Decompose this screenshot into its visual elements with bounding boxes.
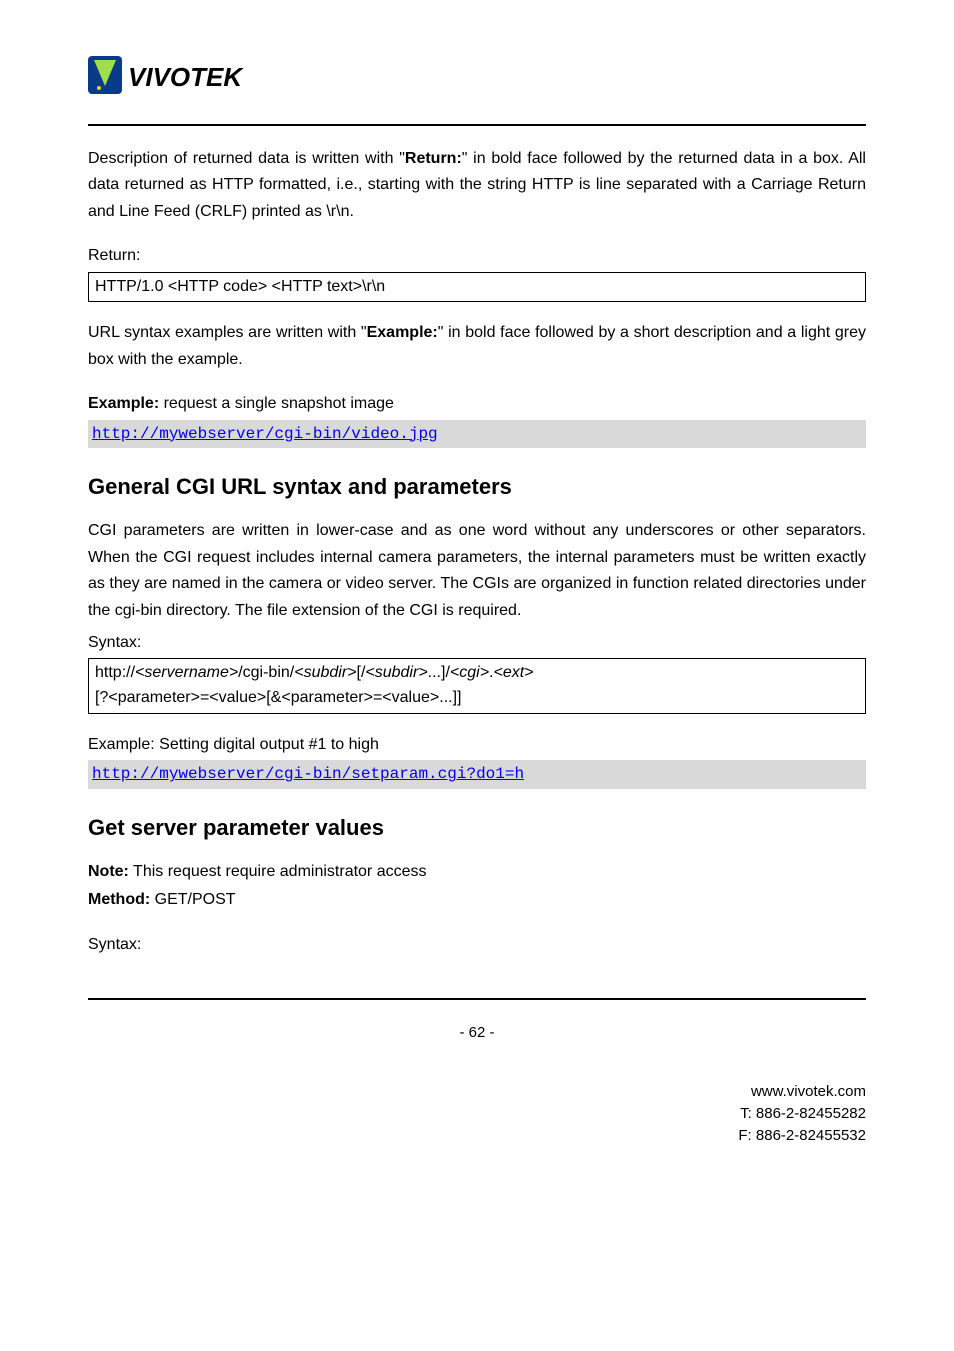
example2-url-box: http://mywebserver/cgi-bin/setparam.cgi?… [88,760,866,789]
example-label-line: Example: request a single snapshot image [88,391,866,417]
bottom-horizontal-rule [88,998,866,1000]
example-url-box: http://mywebserver/cgi-bin/video.jpg [88,420,866,449]
top-horizontal-rule [88,124,866,126]
logo: VIVOTEK [88,56,866,104]
example2-url-link[interactable]: http://mywebserver/cgi-bin/setparam.cgi?… [92,765,524,783]
method-line: Method: GET/POST [88,887,866,913]
example-url-link[interactable]: http://mywebserver/cgi-bin/video.jpg [92,425,438,443]
url-syntax-paragraph: URL syntax examples are written with "Ex… [88,320,866,373]
footer-fax: F: 886-2-82455532 [88,1125,866,1147]
description-return-paragraph: Description of returned data is written … [88,146,866,225]
return-label: Return: [88,243,866,269]
syntax-label: Syntax: [88,630,866,656]
footer-tel: T: 886-2-82455282 [88,1103,866,1125]
page-number: - 62 - [88,1024,866,1041]
syntax-box: http://<servername>/cgi-bin/<subdir>[/<s… [88,658,866,714]
syntax-label-2: Syntax: [88,932,866,958]
heading-general-cgi: General CGI URL syntax and parameters [88,474,866,500]
logo-text: VIVOTEK [128,62,244,92]
heading-get-server: Get server parameter values [88,815,866,841]
note-line: Note: This request require administrator… [88,859,866,885]
return-code-box: HTTP/1.0 <HTTP code> <HTTP text>\r\n [88,272,866,303]
example2-label: Example: Setting digital output #1 to hi… [88,732,866,758]
footer-contact: www.vivotek.com T: 886-2-82455282 F: 886… [88,1081,866,1146]
footer-url: www.vivotek.com [88,1081,866,1103]
cgi-description-paragraph: CGI parameters are written in lower-case… [88,518,866,624]
